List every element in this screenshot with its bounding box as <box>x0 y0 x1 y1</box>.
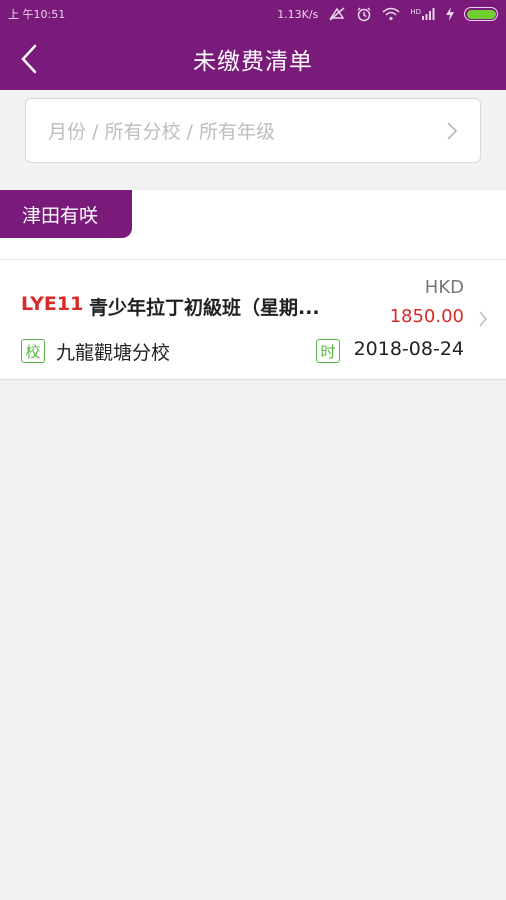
status-time-group: 上 午10:51 <box>8 6 277 22</box>
student-section: 津田有咲 <box>0 190 506 260</box>
signal-group: HD <box>410 8 436 20</box>
charging-icon <box>446 7 454 21</box>
network-speed: 1.13K/s <box>277 7 319 21</box>
bill-list-item[interactable]: LYE11 青少年拉丁初級班（星期... HKD 1850.00 校 九龍觀塘分… <box>0 260 506 380</box>
chevron-left-icon <box>21 44 37 74</box>
school-badge: 校 <box>21 339 45 363</box>
course-code: LYE11 <box>21 293 84 315</box>
school-name: 九龍觀塘分校 <box>56 342 171 364</box>
alarm-icon <box>357 7 371 22</box>
hd-label: HD <box>410 8 421 16</box>
app-header: 未缴费清单 <box>0 28 506 90</box>
status-bar: 上 午10:51 1.13K/s HD <box>0 0 506 28</box>
wifi-icon <box>382 7 400 21</box>
signal-icon <box>422 8 435 20</box>
chevron-right-icon <box>479 311 488 327</box>
filter-placeholder: 月份 / 所有分校 / 所有年级 <box>48 121 275 143</box>
time-badge: 时 <box>316 339 340 363</box>
bill-amount: 1850.00 <box>389 306 464 327</box>
course-name: 青少年拉丁初級班（星期... <box>89 297 320 319</box>
filter-selector[interactable]: 月份 / 所有分校 / 所有年级 <box>25 98 481 163</box>
bill-date: 2018-08-24 <box>353 338 464 360</box>
back-button[interactable] <box>10 40 48 78</box>
mute-icon <box>329 7 345 21</box>
page-title: 未缴费清单 <box>193 49 313 75</box>
battery-icon <box>464 7 498 21</box>
student-name-tag: 津田有咲 <box>0 190 132 238</box>
chevron-right-icon <box>447 121 458 140</box>
status-icons: 1.13K/s HD <box>277 6 498 22</box>
status-time: 上 午10:51 <box>8 8 66 21</box>
currency-label: HKD <box>424 277 464 298</box>
battery-fill <box>466 9 496 19</box>
